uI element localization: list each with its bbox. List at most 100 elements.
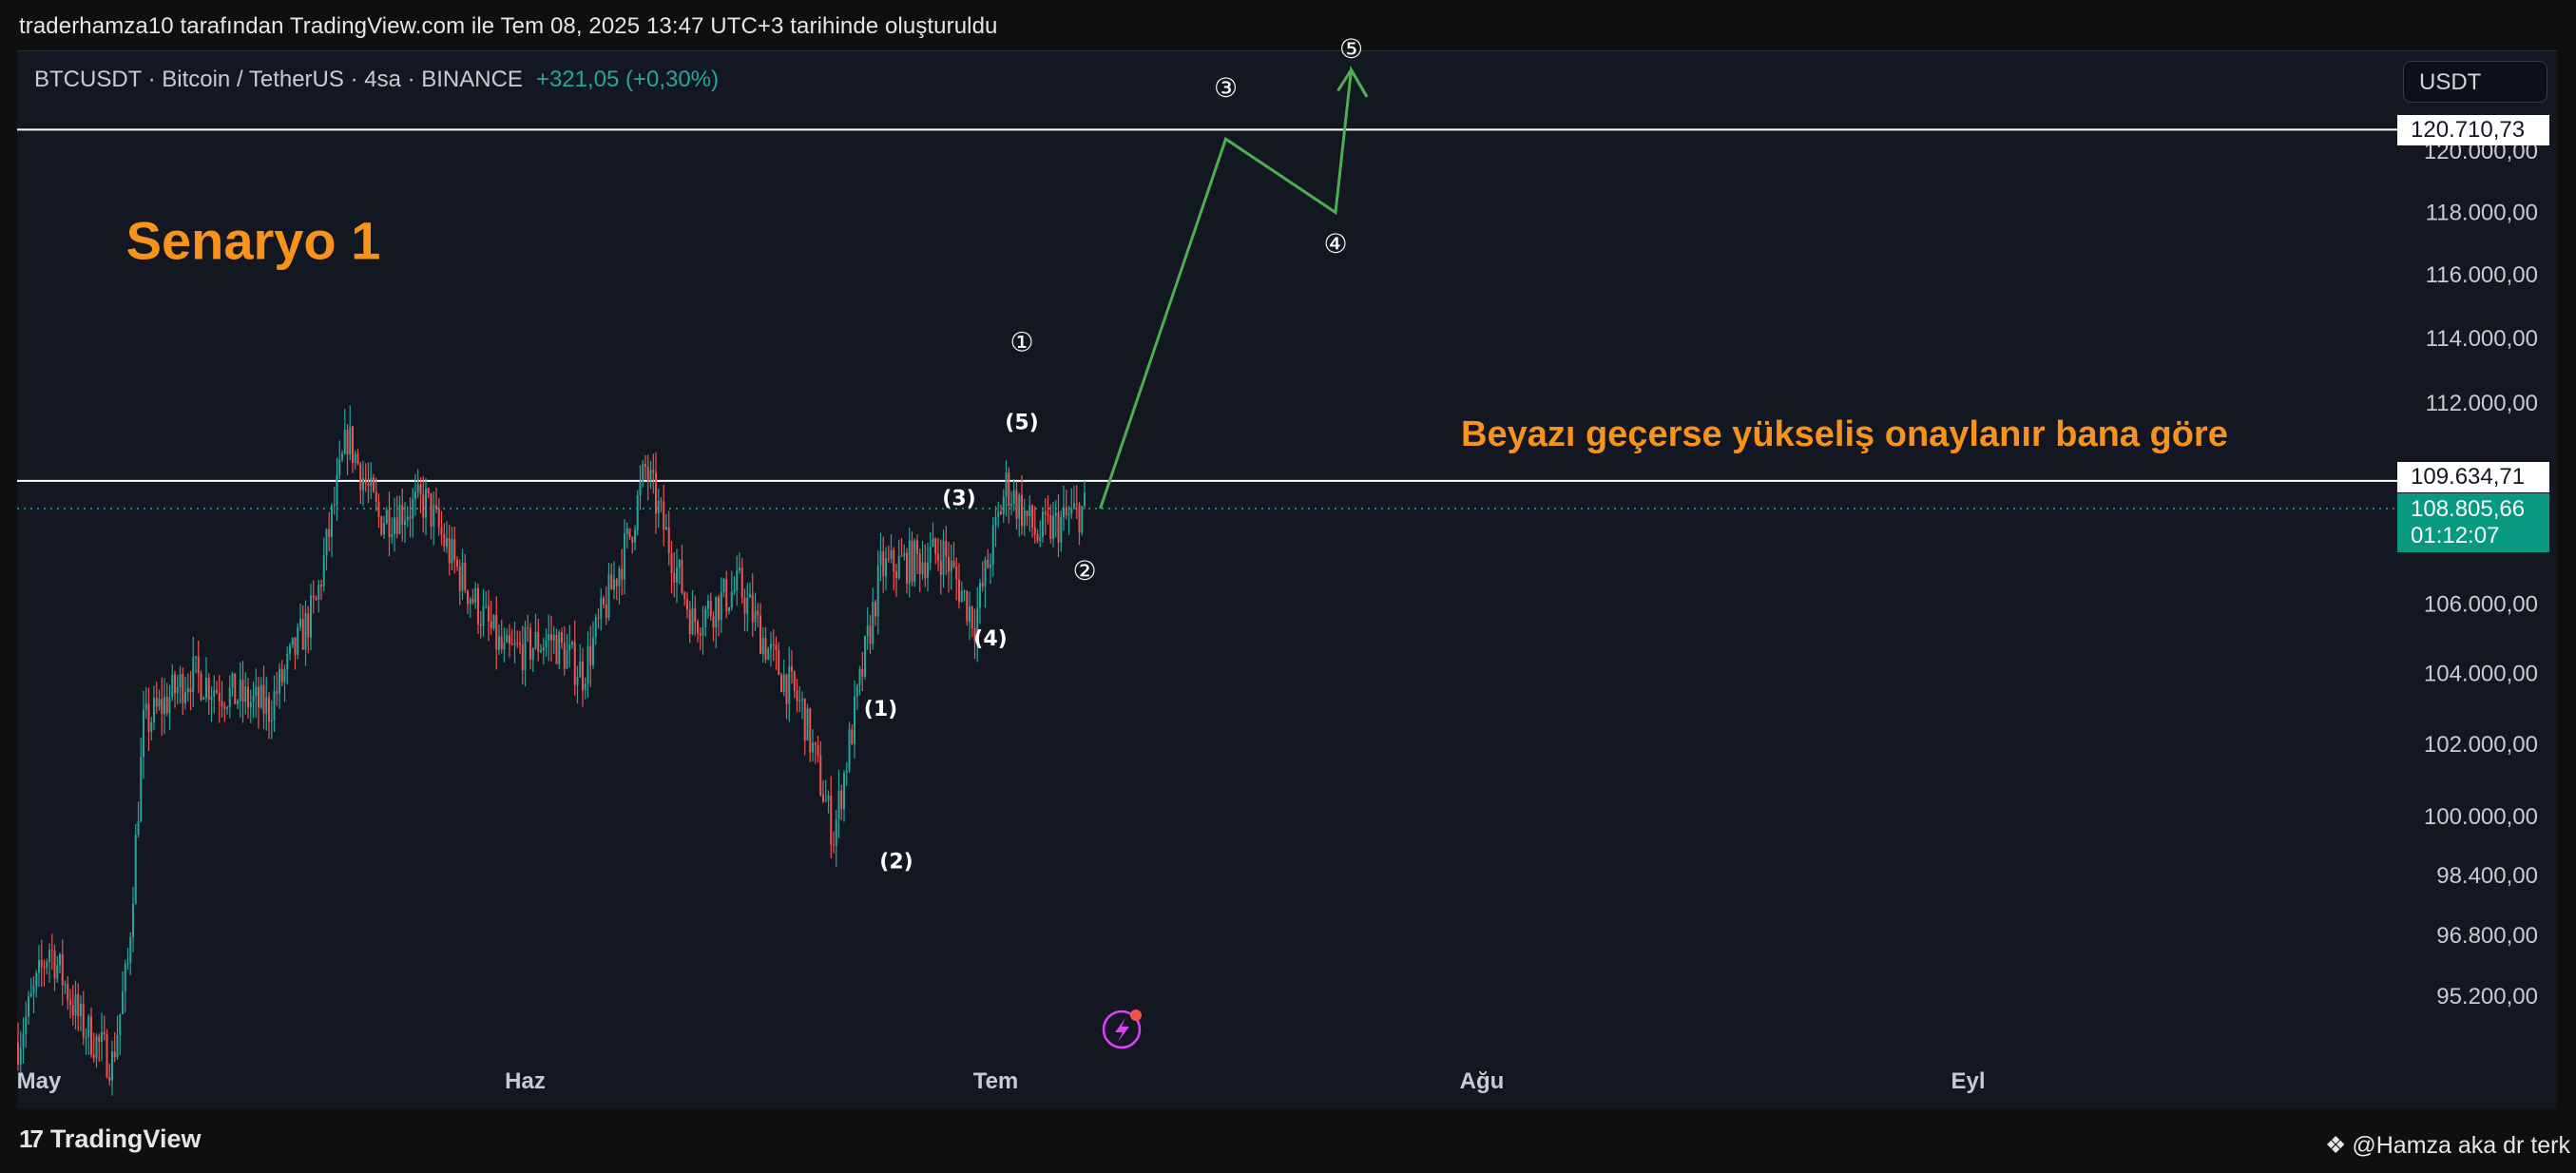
wave-label[interactable]: (5) <box>1005 411 1038 434</box>
elliott-projection-line[interactable] <box>1099 65 1369 510</box>
candle <box>448 538 451 564</box>
candle <box>987 559 990 568</box>
candle <box>1049 514 1052 540</box>
candle <box>542 646 545 651</box>
candle <box>785 674 788 704</box>
currency-button[interactable]: USDT <box>2403 61 2547 103</box>
candle <box>223 706 226 709</box>
price-chart[interactable]: Senaryo 1 Beyazı geçerse yükseliş onaylan… <box>0 0 2576 1173</box>
x-tick-label: Ağu <box>1460 1068 1505 1094</box>
candle <box>1047 514 1049 516</box>
candle <box>237 701 239 704</box>
candle <box>414 491 416 499</box>
candle <box>401 505 404 526</box>
candle <box>252 695 255 702</box>
candle <box>782 674 785 692</box>
candle <box>584 683 586 691</box>
wave-label[interactable]: (1) <box>864 698 897 721</box>
wave-label[interactable]: (4) <box>973 627 1007 651</box>
candle <box>948 556 950 572</box>
candle <box>845 770 848 773</box>
candle <box>171 674 174 698</box>
candle <box>597 617 600 619</box>
candle <box>485 606 488 607</box>
wave-label[interactable]: ① <box>1009 326 1033 357</box>
candle <box>770 644 772 649</box>
candle <box>367 483 370 487</box>
candle <box>885 558 887 577</box>
candle <box>124 964 126 992</box>
y-tick-label: 96.800,00 <box>2436 923 2538 949</box>
candle <box>422 494 425 518</box>
candle <box>644 464 646 467</box>
wave-label[interactable]: ④ <box>1323 228 1347 260</box>
candle <box>1057 512 1060 543</box>
candle <box>234 673 237 704</box>
wave-label[interactable]: ⑤ <box>1339 33 1363 65</box>
candle <box>906 552 908 584</box>
candle <box>791 665 793 672</box>
candle <box>406 516 409 521</box>
lightning-alert-icon[interactable] <box>1102 1010 1142 1049</box>
x-tick-label: May <box>17 1068 62 1094</box>
wave-label[interactable]: ③ <box>1214 72 1238 104</box>
candle <box>793 671 796 691</box>
price-change: +321,05 (+0,30%) <box>535 67 720 92</box>
candle <box>325 529 328 556</box>
tradingview-logo[interactable]: 17 TradingView <box>19 1125 201 1154</box>
candle <box>161 699 163 715</box>
wave-label[interactable]: (2) <box>879 850 913 874</box>
candle <box>427 488 430 493</box>
candle <box>226 707 228 709</box>
candle <box>759 615 761 655</box>
annotation-note[interactable]: Beyazı geçerse yükseliş onaylanır bana g… <box>1461 414 2228 454</box>
candle <box>134 835 137 904</box>
candle <box>855 684 858 697</box>
candle <box>864 636 866 677</box>
candle <box>890 549 893 559</box>
candle <box>1028 505 1031 516</box>
y-tick-label: 116.000,00 <box>2426 262 2538 288</box>
candle <box>74 994 77 1016</box>
candle <box>822 795 824 802</box>
candle <box>707 601 709 609</box>
candle <box>320 585 322 586</box>
y-tick-label: 104.000,00 <box>2424 662 2538 687</box>
symbol-header[interactable]: BTCUSDT · Bitcoin / TetherUS · 4sa · BIN… <box>34 67 719 93</box>
candle <box>430 492 433 528</box>
candle <box>548 634 550 641</box>
candle <box>192 656 195 693</box>
candle <box>1026 510 1028 516</box>
candle <box>761 638 764 655</box>
candle <box>249 702 252 708</box>
candle <box>1031 505 1033 528</box>
wave-label[interactable]: (3) <box>942 488 975 511</box>
scenario-title[interactable]: Senaryo 1 <box>126 211 381 271</box>
candle <box>338 459 341 475</box>
candle <box>186 687 189 693</box>
candle <box>730 591 733 608</box>
candle <box>467 590 469 605</box>
candle <box>297 626 299 655</box>
brand-name: TradingView <box>49 1125 202 1153</box>
candle <box>767 648 770 660</box>
candle <box>176 686 179 694</box>
wave-label[interactable]: ② <box>1072 555 1096 586</box>
candle <box>43 967 46 969</box>
candle <box>388 510 391 537</box>
candle <box>743 597 746 614</box>
candle <box>806 708 809 740</box>
x-tick-label: Tem <box>973 1068 1019 1094</box>
candle <box>594 617 597 638</box>
candle <box>903 552 906 557</box>
upper-level-price-tag: 120.710,73 <box>2397 115 2549 145</box>
candle <box>87 1016 90 1037</box>
candle <box>921 562 924 574</box>
candle <box>924 562 927 578</box>
candle <box>197 656 200 674</box>
candle <box>939 560 942 575</box>
candle <box>628 528 631 538</box>
projection-arrowhead <box>1350 68 1369 98</box>
candle <box>158 699 161 707</box>
candle <box>712 616 715 628</box>
